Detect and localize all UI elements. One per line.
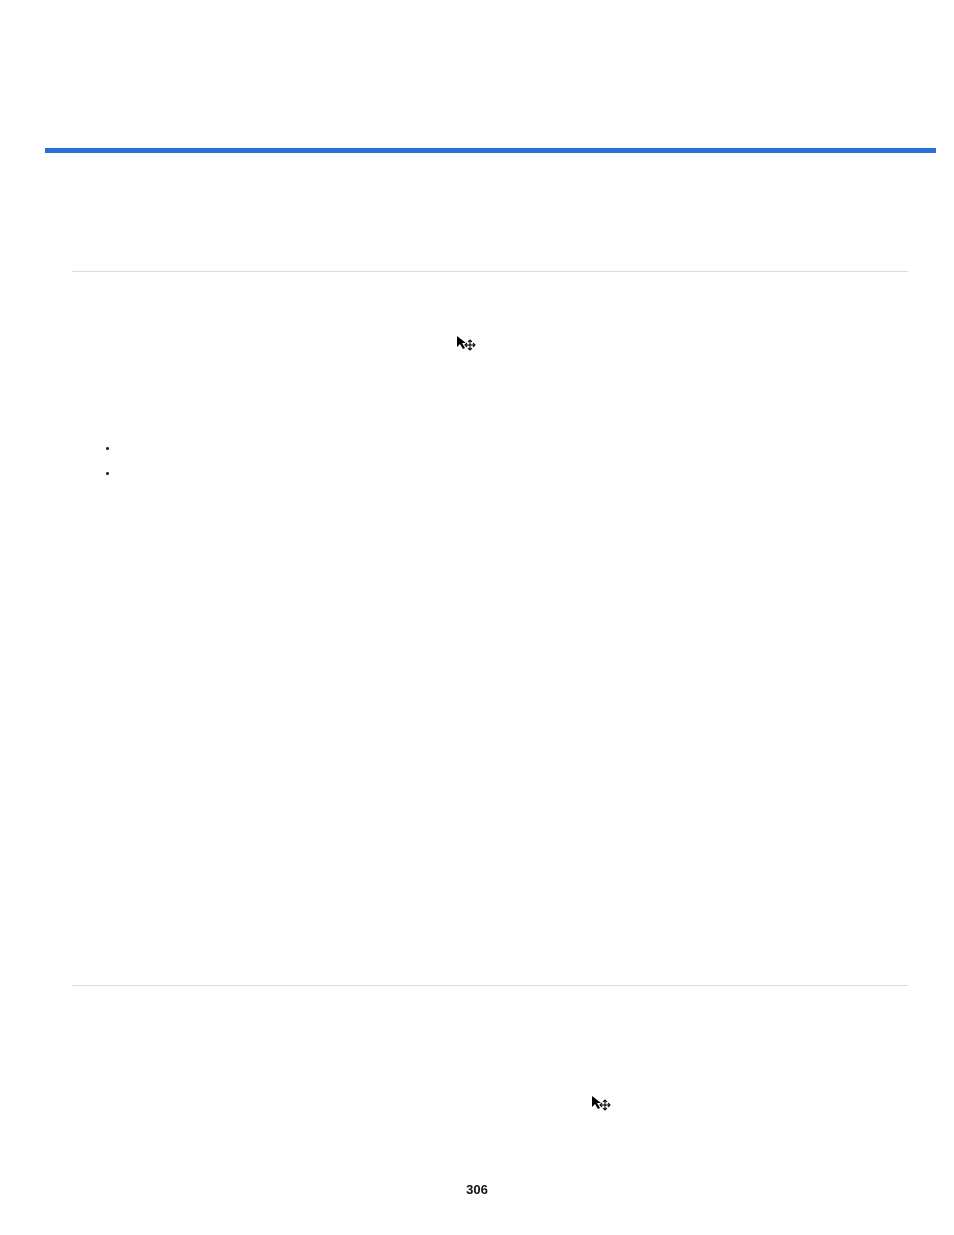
list-bullet [106, 447, 109, 450]
section-divider [72, 985, 908, 986]
document-page: 306 [0, 0, 954, 1235]
list-bullet [106, 472, 109, 475]
move-cursor-icon [591, 1095, 611, 1111]
move-cursor-icon [456, 335, 476, 351]
section-divider [72, 271, 908, 272]
chapter-heading-rule [45, 148, 936, 153]
page-number: 306 [0, 1182, 954, 1197]
